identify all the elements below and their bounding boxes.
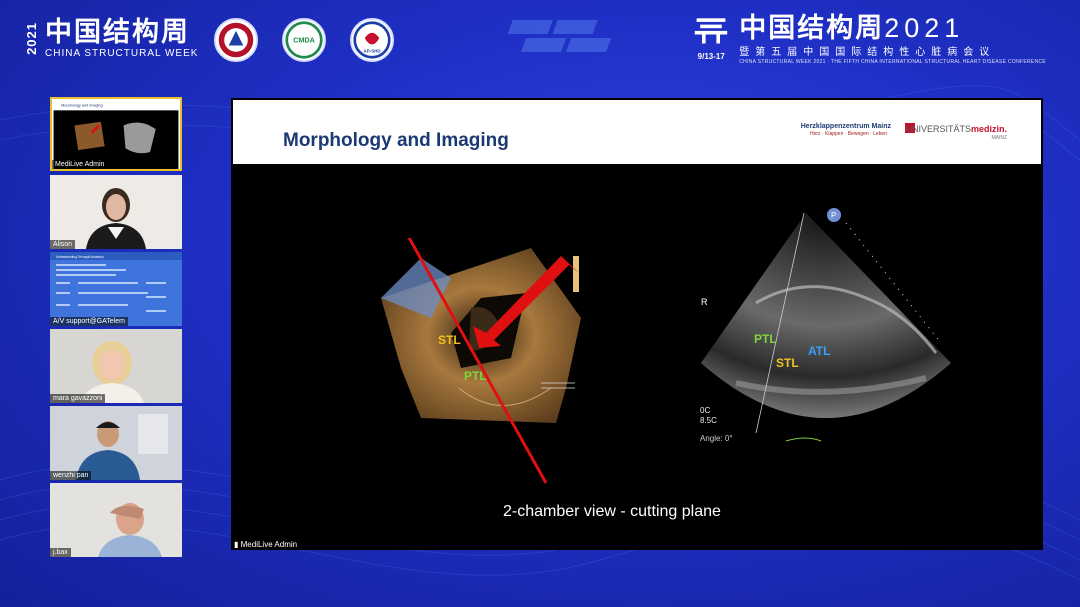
participant-video (50, 406, 182, 480)
institution-2-city: MAINZ (991, 135, 1007, 141)
event-date: 9/13-17 (697, 52, 725, 61)
institution-1-name: Herzklappenzentrum Mainz (800, 123, 891, 130)
participant-name: A/V support@GATelem (50, 317, 128, 326)
colorbar (573, 256, 579, 292)
header-year: 2021 (24, 22, 39, 55)
svg-text:Morphology and Imaging: Morphology and Imaging (61, 104, 102, 108)
brand-title-cn: 中国结构周 (45, 17, 190, 47)
society-logo-1 (214, 18, 258, 62)
participant-tile-medilive-admin[interactable]: Morphology and Imaging MediLive Admin (50, 97, 182, 171)
event-subtitle-en: CHINA STRUCTURAL WEEK 2021 · THE FIFTH C… (739, 59, 1046, 65)
society-logo-apshd: AP-SHD (350, 18, 394, 62)
participant-name: Alison (50, 240, 76, 249)
participant-name: mara gavazzoni (50, 394, 106, 403)
brand-title-en: CHINA STRUCTURAL WEEK (45, 48, 199, 59)
participant-video (50, 329, 182, 403)
event-year: 2021 (884, 13, 965, 43)
program-thumbnail: Understanding Tricuspid Anatomy (50, 252, 182, 326)
institution-1-tagline: Herz · Klappen · Bewegen · Leben (810, 131, 887, 137)
echo-3d-image: STL PTL (381, 238, 581, 484)
slide-header: Morphology and Imaging Herzklappenzentru… (233, 100, 1041, 164)
echo-sector (701, 213, 951, 418)
label-ptl-3d: PTL (464, 369, 487, 383)
svg-text:8.5C: 8.5C (700, 416, 717, 425)
participant-tile-av-support[interactable]: Understanding Tricuspid Anatomy A/V supp… (50, 252, 182, 326)
slide-title: Morphology and Imaging (283, 130, 509, 151)
participant-name: wenzhi pan (50, 471, 92, 480)
label-ptl-echo: PTL (754, 332, 777, 346)
label-stl-3d: STL (438, 333, 461, 347)
label-stl-echo: STL (776, 356, 799, 370)
slide-caption: 2-chamber view - cutting plane (503, 503, 721, 520)
institution-2-name: UNIVERSITÄTSmedizin. (905, 124, 1007, 134)
svg-text:Angle: 0°: Angle: 0° (700, 434, 733, 443)
participant-name: j.bax (50, 548, 71, 557)
svg-text:CMDA: CMDA (293, 36, 316, 45)
svg-text:Understanding Tricuspid Anatom: Understanding Tricuspid Anatomy (56, 255, 104, 259)
event-subtitle-cn: 暨第五届中国国际结构性心脏病会议 (739, 47, 996, 58)
svg-text:P: P (831, 211, 836, 220)
participant-tile-wenzhi-pan[interactable]: wenzhi pan (50, 406, 182, 480)
signal-bars-icon: ▮ (234, 540, 241, 549)
label-r: R (701, 297, 708, 307)
society-logo-cmda: CMDA (282, 18, 326, 62)
participant-video (50, 175, 182, 249)
event-emblem: 9/13-17 (689, 14, 733, 62)
participant-tile-jbax[interactable]: j.bax (50, 483, 182, 557)
svg-text:AP-SHD: AP-SHD (363, 49, 381, 54)
shared-screen[interactable]: Morphology and Imaging Herzklappenzentru… (231, 98, 1043, 550)
participant-name: MediLive Admin (52, 160, 108, 169)
participant-video (50, 483, 182, 557)
label-atl-echo: ATL (808, 344, 830, 358)
presenter-tag: ▮ MediLive Admin (231, 539, 301, 550)
svg-text:0C: 0C (700, 406, 710, 415)
participant-tile-mara-gavazzoni[interactable]: mara gavazzoni (50, 329, 182, 403)
header-brand: 2021 中国结构周 CHINA STRUCTURAL WEEK (24, 18, 198, 59)
echo-2d-image: P R PTL STL ATL 0C 8.5C Angle: 0° (700, 208, 951, 443)
header-event: 9/13-17 中国结构周2021 暨第五届中国国际结构性心脏病会议 CHINA… (689, 14, 1046, 65)
event-title-cn: 中国结构周 (739, 13, 885, 43)
slide-thumbnail: Morphology and Imaging (53, 99, 179, 169)
heart-gate-icon (695, 18, 728, 44)
participant-tile-alison[interactable]: Alison (50, 175, 182, 249)
